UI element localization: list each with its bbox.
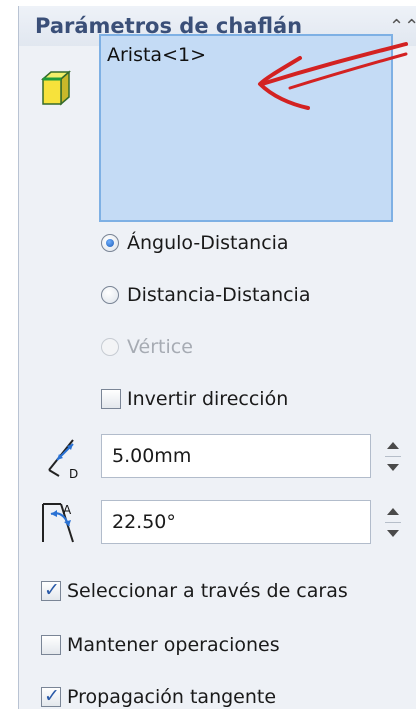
angle-value: 22.50°	[112, 511, 176, 533]
distance-spinner[interactable]	[385, 434, 401, 480]
distance-dimension-icon: D	[48, 439, 78, 480]
angle-spinner[interactable]	[385, 500, 401, 546]
select-through-faces-checkbox[interactable]	[41, 579, 61, 601]
vertex-option: Vértice	[101, 336, 193, 358]
spinner-divider	[385, 522, 401, 523]
spin-up-icon[interactable]	[387, 508, 399, 515]
tangent-propagation-checkbox[interactable]	[41, 685, 61, 707]
svg-text:D: D	[69, 467, 78, 480]
angle-distance-label: Ángulo-Distancia	[127, 232, 289, 254]
distance-input[interactable]: 5.00mm	[101, 434, 371, 478]
keep-features-checkbox[interactable]	[41, 635, 61, 655]
angle-distance-option[interactable]: Ángulo-Distancia	[101, 232, 289, 254]
keep-features-option[interactable]: Mantener operaciones	[41, 634, 280, 656]
distance-distance-option[interactable]: Distancia-Distancia	[101, 284, 310, 306]
angle-distance-radio[interactable]	[101, 234, 119, 252]
spin-down-icon[interactable]	[387, 464, 399, 471]
vertex-label: Vértice	[127, 336, 193, 358]
distance-value: 5.00mm	[112, 445, 192, 467]
keep-features-label: Mantener operaciones	[67, 634, 280, 656]
select-through-faces-label: Seleccionar a través de caras	[67, 580, 348, 602]
edge-selection-cube-icon	[41, 70, 71, 106]
vertex-radio	[101, 338, 119, 356]
spinner-divider	[385, 456, 401, 457]
edge-selection-list[interactable]: Arista<1>	[99, 34, 393, 222]
spin-down-icon[interactable]	[387, 530, 399, 537]
spin-up-icon[interactable]	[387, 442, 399, 449]
tangent-propagation-option[interactable]: Propagación tangente	[41, 685, 277, 708]
list-item[interactable]: Arista<1>	[107, 44, 206, 66]
svg-text:A: A	[63, 503, 72, 517]
reverse-direction-checkbox[interactable]	[101, 389, 121, 409]
reverse-direction-option[interactable]: Invertir dirección	[101, 388, 288, 410]
select-through-faces-option[interactable]: Seleccionar a través de caras	[41, 579, 348, 602]
angle-input[interactable]: 22.50°	[101, 500, 371, 544]
tangent-propagation-label: Propagación tangente	[67, 686, 277, 708]
chamfer-parameters-panel: Parámetros de chaflán ⌃⌃ Arista<1> Ángul…	[18, 6, 416, 709]
reverse-direction-label: Invertir dirección	[127, 388, 289, 410]
distance-distance-label: Distancia-Distancia	[127, 284, 311, 306]
distance-distance-radio[interactable]	[101, 286, 119, 304]
angle-dimension-icon: A	[42, 503, 74, 543]
